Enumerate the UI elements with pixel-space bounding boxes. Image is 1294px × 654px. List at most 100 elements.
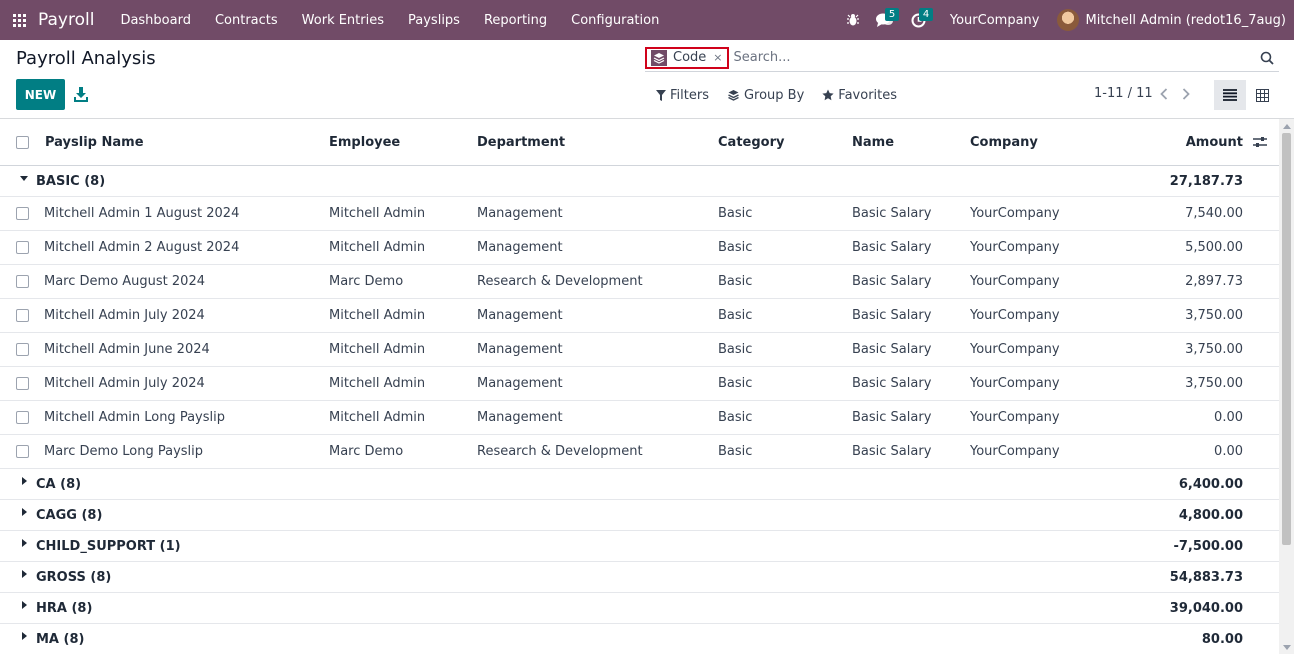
cell-department: Research & Development	[477, 444, 643, 459]
group-row[interactable]: GROSS (8) 54,883.73	[0, 562, 1279, 593]
menu-dashboard[interactable]: Dashboard	[108, 0, 203, 40]
new-button[interactable]: NEW	[16, 79, 65, 110]
group-by-label: Group By	[743, 87, 805, 103]
column-settings-icon[interactable]	[1253, 119, 1267, 165]
cell-amount: 3,750.00	[1185, 376, 1243, 391]
row-checkbox[interactable]	[16, 231, 29, 264]
messages-badge: 5	[884, 8, 900, 21]
group-total: 27,187.73	[1169, 173, 1243, 189]
user-menu[interactable]: Mitchell Admin (redot16_7aug)	[1085, 13, 1294, 28]
caret-right-icon	[22, 469, 27, 499]
chevron-right-icon[interactable]	[1179, 86, 1193, 102]
pivot-view-icon[interactable]	[1246, 80, 1278, 110]
apps-icon[interactable]	[0, 0, 38, 40]
facet-label: Code	[673, 50, 707, 65]
cell-company: YourCompany	[970, 410, 1060, 425]
bug-icon[interactable]	[838, 0, 868, 40]
cell-company: YourCompany	[970, 342, 1060, 357]
column-company[interactable]: Company	[970, 119, 1038, 165]
cell-payslip-name: Mitchell Admin 2 August 2024	[44, 240, 240, 255]
column-department[interactable]: Department	[477, 119, 565, 165]
group-total: 39,040.00	[1169, 600, 1243, 616]
row-checkbox[interactable]	[16, 367, 29, 400]
search-options: Filters Group By Favorites	[656, 86, 915, 104]
group-row[interactable]: BASIC (8) 27,187.73	[0, 166, 1279, 197]
cell-employee: Mitchell Admin	[329, 376, 426, 391]
menu-work-entries[interactable]: Work Entries	[290, 0, 396, 40]
cell-category: Basic	[718, 308, 753, 323]
cell-category: Basic	[718, 376, 753, 391]
table-row[interactable]: Mitchell Admin 1 August 2024 Mitchell Adm…	[0, 197, 1279, 231]
search-input[interactable]	[733, 50, 1255, 65]
facet-remove-button[interactable]: ×	[713, 51, 722, 64]
chevron-left-icon[interactable]	[1157, 86, 1171, 102]
cell-name: Basic Salary	[852, 444, 932, 459]
group-by-button[interactable]: Group By	[727, 88, 804, 103]
page-title: Payroll Analysis	[16, 48, 156, 69]
layers-icon	[728, 90, 739, 101]
payroll-table: Payslip Name Employee Department Categor…	[0, 119, 1279, 654]
table-row[interactable]: Marc Demo Long Payslip Marc Demo Research …	[0, 435, 1279, 469]
caret-right-icon	[22, 593, 27, 623]
cell-amount: 0.00	[1214, 410, 1243, 425]
table-header: Payslip Name Employee Department Categor…	[0, 119, 1279, 166]
group-row[interactable]: HRA (8) 39,040.00	[0, 593, 1279, 624]
company-switcher[interactable]: YourCompany	[936, 13, 1058, 28]
row-checkbox[interactable]	[16, 265, 29, 298]
menu-contracts[interactable]: Contracts	[203, 0, 290, 40]
search-facet-code[interactable]: Code ×	[645, 46, 729, 69]
group-row[interactable]: CA (8) 6,400.00	[0, 469, 1279, 500]
column-employee[interactable]: Employee	[329, 119, 400, 165]
group-total: 4,800.00	[1178, 507, 1243, 523]
row-checkbox[interactable]	[16, 299, 29, 332]
row-checkbox[interactable]	[16, 333, 29, 366]
column-amount[interactable]: Amount	[1100, 119, 1243, 165]
cell-payslip-name: Marc Demo Long Payslip	[44, 444, 204, 459]
pager-value[interactable]: 1-11 / 11	[1094, 86, 1153, 101]
group-label: MA (8)	[36, 631, 85, 647]
row-checkbox[interactable]	[16, 197, 29, 230]
table-row[interactable]: Mitchell Admin July 2024 Mitchell Admin Ma…	[0, 367, 1279, 401]
avatar[interactable]	[1057, 9, 1080, 31]
column-category[interactable]: Category	[718, 119, 784, 165]
group-label: GROSS (8)	[36, 569, 112, 585]
scrollbar-thumb[interactable]	[1282, 133, 1291, 545]
menu-payslips[interactable]: Payslips	[396, 0, 472, 40]
favorites-button[interactable]: Favorites	[822, 88, 897, 103]
row-checkbox[interactable]	[16, 435, 29, 468]
filters-button[interactable]: Filters	[656, 88, 709, 103]
menu-configuration[interactable]: Configuration	[559, 0, 671, 40]
cell-employee: Mitchell Admin	[329, 342, 426, 357]
cell-name: Basic Salary	[852, 376, 932, 391]
search-icon[interactable]	[1255, 51, 1279, 65]
filters-label: Filters	[670, 87, 709, 103]
group-row[interactable]: CAGG (8) 4,800.00	[0, 500, 1279, 531]
table-row[interactable]: Mitchell Admin July 2024 Mitchell Admin Ma…	[0, 299, 1279, 333]
download-icon[interactable]	[74, 86, 88, 102]
group-label: CA (8)	[36, 476, 82, 492]
scroll-down-icon[interactable]	[1283, 645, 1291, 650]
row-checkbox[interactable]	[16, 401, 29, 434]
cell-employee: Mitchell Admin	[329, 240, 426, 255]
scroll-up-icon[interactable]	[1283, 124, 1291, 129]
table-row[interactable]: Mitchell Admin 2 August 2024 Mitchell Adm…	[0, 231, 1279, 265]
chat-icon[interactable]: 5	[868, 0, 902, 40]
cell-employee: Mitchell Admin	[329, 410, 426, 425]
cell-payslip-name: Mitchell Admin June 2024	[44, 342, 210, 357]
table-row[interactable]: Mitchell Admin Long Payslip Mitchell Admi…	[0, 401, 1279, 435]
clock-icon[interactable]: 4	[902, 0, 936, 40]
menu-reporting[interactable]: Reporting	[472, 0, 559, 40]
cell-employee: Marc Demo	[329, 444, 404, 459]
group-label: CAGG (8)	[36, 507, 103, 523]
group-row[interactable]: CHILD_SUPPORT (1) -7,500.00	[0, 531, 1279, 562]
group-row[interactable]: MA (8) 80.00	[0, 624, 1279, 654]
cell-amount: 5,500.00	[1185, 240, 1243, 255]
select-all-checkbox[interactable]	[16, 119, 29, 165]
list-view-icon[interactable]	[1214, 80, 1246, 110]
app-name[interactable]: Payroll	[38, 10, 94, 30]
table-row[interactable]: Mitchell Admin June 2024 Mitchell Admin Ma…	[0, 333, 1279, 367]
table-row[interactable]: Marc Demo August 2024 Marc Demo Research &…	[0, 265, 1279, 299]
cell-payslip-name: Marc Demo August 2024	[44, 274, 205, 289]
column-payslip-name[interactable]: Payslip Name	[45, 119, 144, 165]
column-name[interactable]: Name	[852, 119, 894, 165]
